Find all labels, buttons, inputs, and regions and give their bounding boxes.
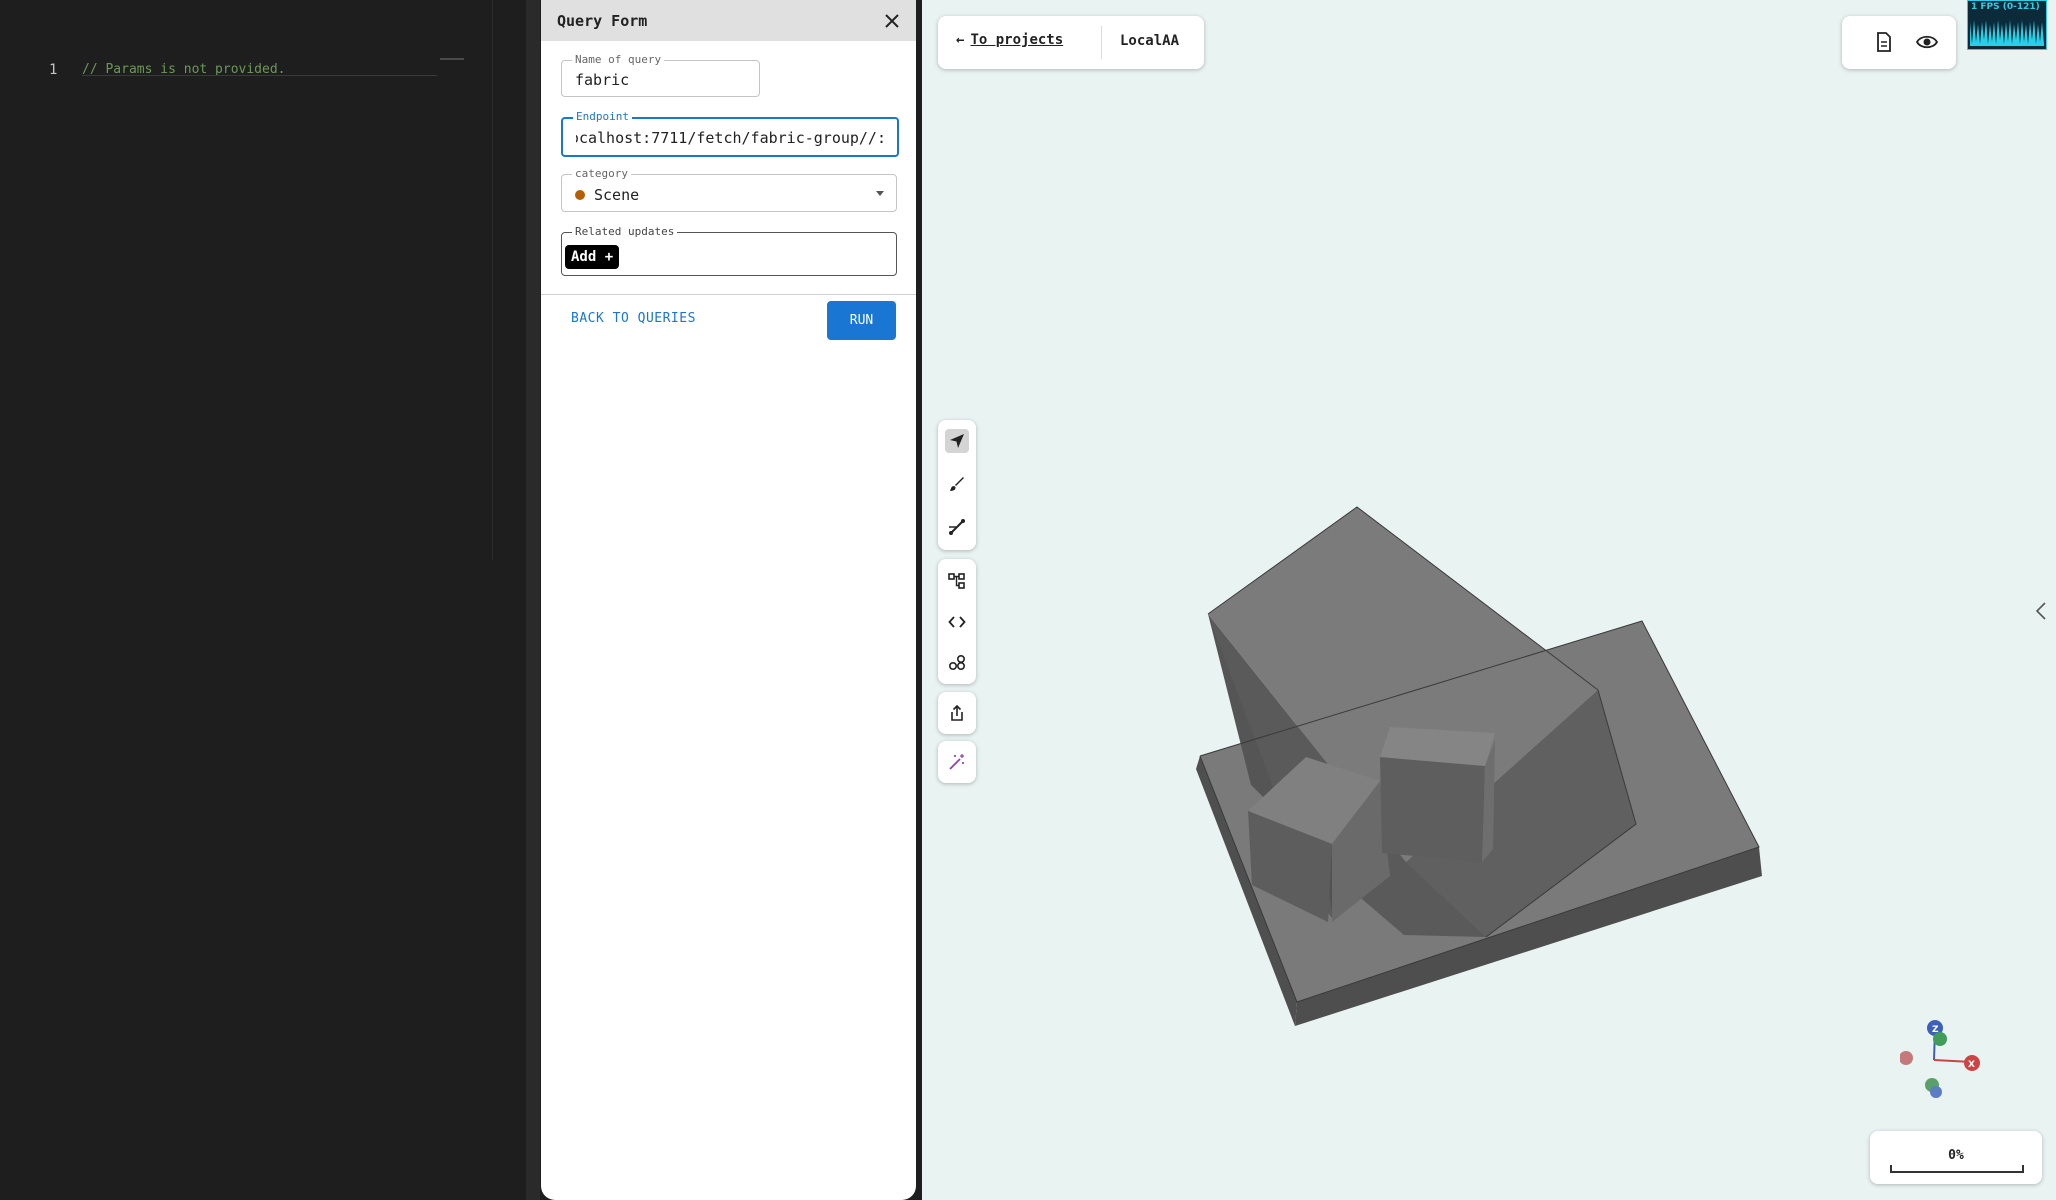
panel-title: Query Form xyxy=(557,12,648,30)
arrow-left-icon: ← xyxy=(956,32,965,48)
document-icon[interactable] xyxy=(1872,30,1896,54)
endpoint-label: Endpoint xyxy=(573,110,632,123)
view-tools xyxy=(1842,16,1956,69)
divider xyxy=(541,294,916,295)
tree-structure-icon[interactable] xyxy=(945,569,969,593)
panel-resize-handle[interactable] xyxy=(526,0,540,1200)
editor-line: 1 // Params is not provided. xyxy=(0,60,470,80)
endpoint-field[interactable]: Endpoint ://localhost:7711/fetch/fabric-… xyxy=(561,110,899,157)
axis-gizmo[interactable]: Z X xyxy=(1899,1010,1980,1105)
run-button[interactable]: RUN xyxy=(827,301,896,340)
query-name-value[interactable]: fabric xyxy=(575,71,629,89)
progress-indicator: 0% xyxy=(1870,1131,2042,1184)
query-form-panel: Query Form Name of query fabric Endpoint… xyxy=(541,0,916,1200)
magic-wand-icon[interactable] xyxy=(945,750,969,774)
x-axis-label: X xyxy=(1968,1060,1975,1070)
category-label: category xyxy=(572,167,631,180)
measure-line-icon[interactable] xyxy=(945,515,969,539)
progress-track xyxy=(1890,1165,2024,1173)
share-icon[interactable] xyxy=(945,701,969,725)
related-updates-field: Related updates Add + xyxy=(561,225,897,276)
ai-toolbar xyxy=(938,741,976,783)
panel-header: Query Form xyxy=(541,0,916,41)
chevron-left-icon[interactable] xyxy=(2033,600,2049,622)
minimap-marker xyxy=(440,58,464,60)
related-updates-label: Related updates xyxy=(572,225,678,238)
chevron-down-icon[interactable] xyxy=(876,191,884,196)
fps-meter: 1 FPS (0-121) xyxy=(1967,0,2047,50)
project-bar: ← To projects LocalAA xyxy=(938,16,1204,69)
category-select[interactable]: category Scene xyxy=(561,167,897,212)
project-name: LocalAA xyxy=(1120,33,1180,49)
share-toolbar xyxy=(938,692,976,734)
cube-b-front xyxy=(1380,757,1485,862)
neg-x-axis-handle xyxy=(1899,1051,1913,1065)
navigation-arrow-icon[interactable] xyxy=(945,429,969,453)
category-color-dot xyxy=(575,190,585,200)
nodes-icon[interactable] xyxy=(945,651,969,675)
neg-z-axis-handle xyxy=(1930,1086,1942,1098)
query-name-label: Name of query xyxy=(572,53,665,66)
fps-graph xyxy=(1970,20,2044,46)
draw-toolbar xyxy=(938,420,976,550)
brush-icon[interactable] xyxy=(945,472,969,496)
back-to-queries-button[interactable]: BACK TO QUERIES xyxy=(571,311,696,326)
code-brackets-icon[interactable] xyxy=(945,610,969,634)
current-line-highlight xyxy=(82,75,437,76)
add-related-button[interactable]: Add + xyxy=(565,245,620,269)
category-value: Scene xyxy=(594,186,640,204)
eye-icon[interactable] xyxy=(1915,30,1939,54)
3d-viewport[interactable]: ← To projects LocalAA 1 FPS (0-121) Z X … xyxy=(922,0,2056,1200)
line-number: 1 xyxy=(49,62,58,78)
divider xyxy=(1101,26,1102,59)
close-icon[interactable] xyxy=(880,9,904,33)
progress-text: 0% xyxy=(1948,1148,1964,1163)
to-projects-label: To projects xyxy=(970,32,1064,48)
to-projects-link[interactable]: ← To projects xyxy=(956,32,1063,48)
code-editor[interactable]: 1 // Params is not provided. xyxy=(0,0,526,1200)
fps-label: 1 FPS (0-121) xyxy=(1971,2,2040,12)
z-axis-label: Z xyxy=(1932,1025,1939,1035)
editor-ruler xyxy=(492,0,493,560)
endpoint-value[interactable]: ://localhost:7711/fetch/fabric-group xyxy=(576,129,886,147)
scene-canvas[interactable] xyxy=(922,0,2056,1200)
data-toolbar xyxy=(938,559,976,684)
query-name-field[interactable]: Name of query fabric xyxy=(561,53,760,97)
